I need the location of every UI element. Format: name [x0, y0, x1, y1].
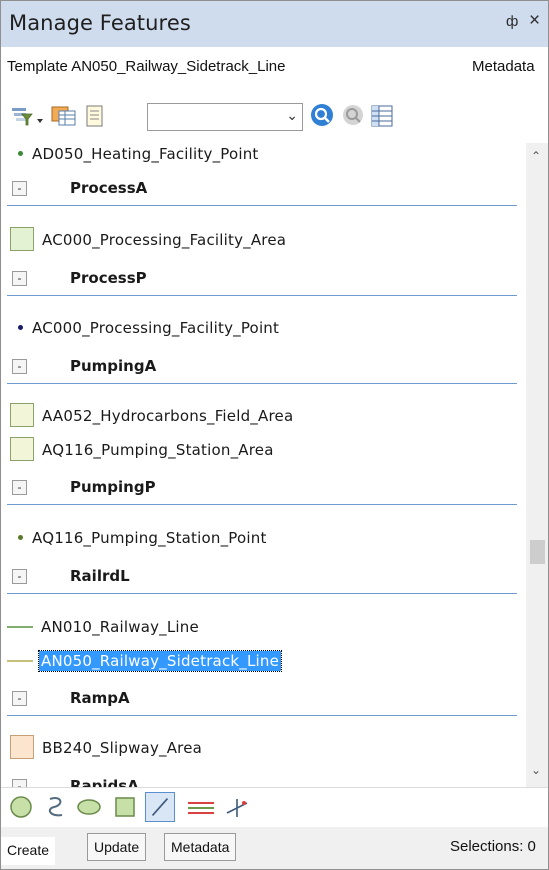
group-label: ProcessP	[70, 269, 147, 287]
line-symbol-icon	[7, 660, 33, 662]
collapse-icon[interactable]: -	[12, 691, 27, 706]
attribute-table-icon[interactable]	[371, 105, 393, 127]
list-item[interactable]: AD050_Heating_Facility_Point	[1, 143, 526, 169]
group-divider	[7, 383, 517, 384]
list-item-selected[interactable]: AN050_Railway_Sidetrack_Line	[1, 646, 526, 676]
ellipse-icon[interactable]	[73, 793, 105, 821]
group-header: - PumpingA	[1, 349, 526, 385]
list-item[interactable]: AC000_Processing_Facility_Point	[1, 313, 526, 343]
item-label: AN010_Railway_Line	[41, 618, 199, 636]
group-divider	[7, 715, 517, 716]
point-symbol-icon	[18, 151, 23, 156]
trace-icon[interactable]	[184, 793, 218, 821]
item-label: AA052_Hydrocarbons_Field_Area	[42, 407, 294, 425]
area-symbol-icon	[10, 437, 34, 461]
tab-update[interactable]: Update	[87, 833, 147, 861]
tab-bar: Create Update Metadata Selections: 0	[1, 827, 548, 869]
group-header: - RampA	[1, 681, 526, 717]
list-item[interactable]: AC000_Processing_Facility_Area	[1, 225, 526, 255]
point-symbol-icon	[18, 325, 23, 330]
scroll-thumb[interactable]	[530, 540, 545, 564]
list-item[interactable]: AQ116_Pumping_Station_Area	[1, 435, 526, 465]
list-item[interactable]: AQ116_Pumping_Station_Point	[1, 523, 526, 553]
zoom-to-icon[interactable]	[310, 103, 334, 127]
group-label: PumpingA	[70, 357, 157, 375]
notes-icon[interactable]	[83, 105, 105, 127]
manage-features-panel: Manage Features ф × Template AN050_Railw…	[0, 0, 549, 870]
panel-titlebar[interactable]: Manage Features ф ×	[1, 1, 548, 47]
panel-title: Manage Features	[9, 11, 191, 35]
close-icon[interactable]: ×	[529, 10, 540, 32]
group-divider	[7, 205, 517, 206]
group-divider	[7, 593, 517, 594]
freehand-icon[interactable]	[42, 793, 70, 821]
item-label: AC000_Processing_Facility_Point	[32, 319, 280, 337]
area-symbol-icon	[10, 403, 34, 427]
selections-count: Selections: 0	[450, 838, 536, 855]
table-icon[interactable]	[51, 105, 77, 127]
collapse-icon[interactable]: -	[12, 779, 27, 787]
vertical-scrollbar[interactable]: ⌃ ⌄	[526, 143, 548, 787]
pin-icon[interactable]: ф	[506, 13, 518, 30]
item-label: BB240_Slipway_Area	[42, 739, 203, 757]
list-item[interactable]: AN010_Railway_Line	[1, 612, 526, 642]
list-item[interactable]: AA052_Hydrocarbons_Field_Area	[1, 401, 526, 431]
item-label: AQ116_Pumping_Station_Point	[32, 529, 267, 547]
collapse-icon[interactable]: -	[12, 359, 27, 374]
geometry-toolbar	[1, 787, 548, 827]
collapse-icon[interactable]: -	[12, 181, 27, 196]
filter-icon[interactable]	[11, 105, 45, 127]
rectangle-icon[interactable]	[111, 793, 139, 821]
tab-create[interactable]: Create	[1, 837, 56, 865]
line-symbol-icon	[7, 626, 33, 628]
group-header: - PumpingP	[1, 470, 526, 506]
group-label: RampA	[70, 689, 130, 707]
template-label: Template AN050_Railway_Sidetrack_Line	[7, 58, 286, 75]
item-label: AQ116_Pumping_Station_Area	[42, 441, 274, 459]
metadata-link[interactable]: Metadata	[472, 58, 535, 75]
collapse-icon[interactable]: -	[12, 271, 27, 286]
feature-template-list[interactable]: AD050_Heating_Facility_Point - ProcessA …	[1, 143, 526, 787]
group-divider	[7, 504, 517, 505]
point-icon[interactable]	[7, 793, 35, 821]
tab-metadata[interactable]: Metadata	[164, 833, 237, 861]
line-icon[interactable]	[145, 792, 175, 822]
item-label: AC000_Processing_Facility_Area	[42, 231, 287, 249]
scroll-down-icon[interactable]: ⌄	[531, 763, 541, 777]
group-header: - ProcessA	[1, 171, 526, 207]
item-label: AD050_Heating_Facility_Point	[32, 145, 259, 163]
group-divider	[7, 295, 517, 296]
collapse-icon[interactable]: -	[12, 480, 27, 495]
group-header: - ProcessP	[1, 261, 526, 297]
toolbar: ⌄	[1, 89, 548, 143]
chevron-down-icon[interactable]: ⌄	[286, 107, 298, 124]
point-symbol-icon	[18, 535, 23, 540]
item-label: AN050_Railway_Sidetrack_Line	[37, 650, 283, 672]
group-label: RapidsA	[70, 777, 139, 787]
group-label: ProcessA	[70, 179, 148, 197]
group-header: - RailrdL	[1, 559, 526, 595]
right-angle-icon[interactable]	[223, 793, 251, 821]
scroll-up-icon[interactable]: ⌃	[531, 149, 541, 163]
area-symbol-icon	[10, 227, 34, 251]
search-combo[interactable]: ⌄	[147, 103, 303, 131]
group-label: RailrdL	[70, 567, 130, 585]
pan-to-icon[interactable]	[341, 103, 365, 127]
template-row: Template AN050_Railway_Sidetrack_Line Me…	[1, 47, 548, 89]
collapse-icon[interactable]: -	[12, 569, 27, 584]
list-item[interactable]: BB240_Slipway_Area	[1, 733, 526, 763]
area-symbol-icon	[10, 735, 34, 759]
group-label: PumpingP	[70, 478, 156, 496]
group-header: - RapidsA	[1, 769, 526, 787]
